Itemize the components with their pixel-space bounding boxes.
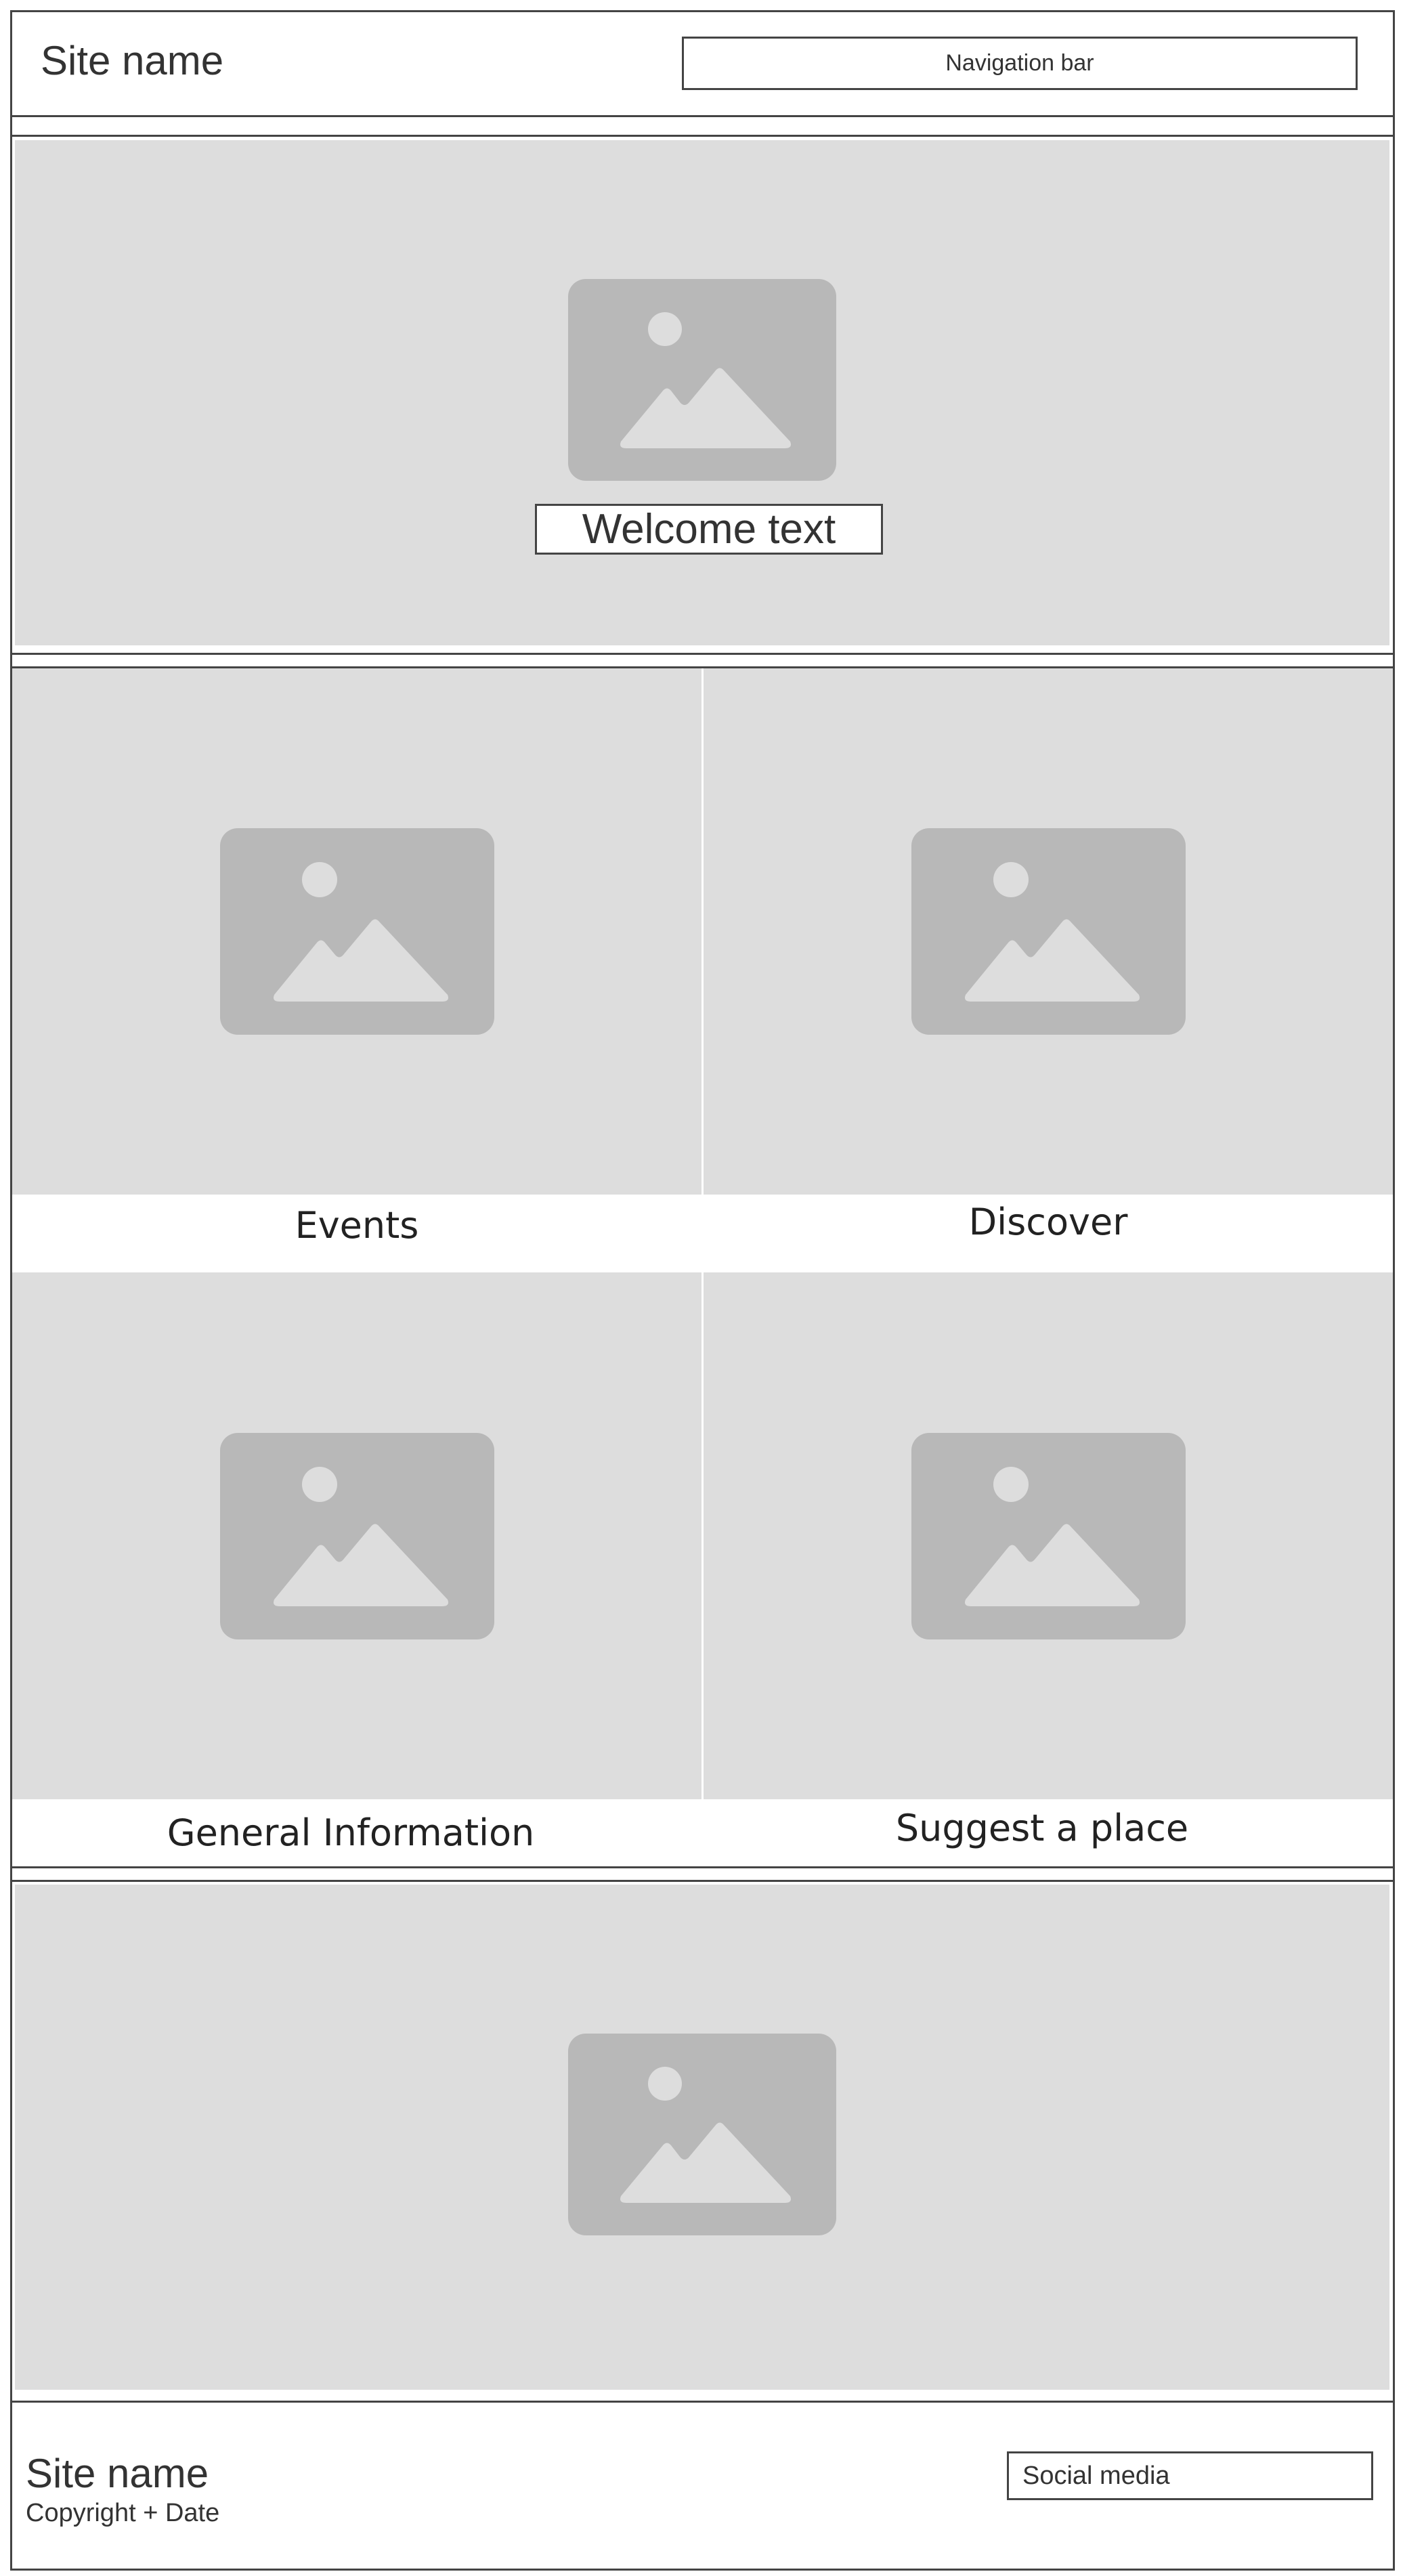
tile-label-general-information[interactable]: General Information: [12, 1799, 689, 1866]
tile-image-suggest-a-place[interactable]: [704, 1272, 1393, 1799]
image-placeholder-icon: [219, 828, 494, 1035]
image-placeholder-icon: [568, 279, 836, 481]
image-placeholder-icon: [911, 828, 1186, 1035]
tile-label-events[interactable]: Events: [12, 1195, 702, 1255]
site-name[interactable]: Site name: [41, 37, 223, 85]
navigation-bar[interactable]: Navigation bar: [682, 37, 1358, 90]
footer-divider: [10, 2401, 1395, 2403]
social-media-links[interactable]: Social media: [1007, 2451, 1373, 2500]
tile-label-suggest-a-place[interactable]: Suggest a place: [704, 1799, 1381, 1857]
tile-image-discover[interactable]: [704, 668, 1393, 1195]
grid-divider-lower: [10, 1880, 1395, 1882]
grid-divider: [10, 1866, 1395, 1868]
tile-label-discover[interactable]: Discover: [704, 1195, 1393, 1249]
banner-image-placeholder: [15, 1885, 1389, 2390]
hero-image-placeholder: [15, 140, 1389, 645]
header-divider: [10, 115, 1395, 117]
image-placeholder-icon: [219, 1432, 494, 1639]
tile-image-general-information[interactable]: [12, 1272, 702, 1799]
tile-image-events[interactable]: [12, 668, 702, 1195]
hero-divider: [10, 653, 1395, 655]
welcome-text: Welcome text: [535, 504, 883, 555]
image-placeholder-icon: [911, 1432, 1186, 1639]
header-divider-lower: [10, 135, 1395, 137]
copyright-text: Copyright + Date: [26, 2499, 220, 2527]
image-placeholder-icon: [568, 2034, 836, 2235]
footer-site-name[interactable]: Site name: [26, 2450, 209, 2497]
